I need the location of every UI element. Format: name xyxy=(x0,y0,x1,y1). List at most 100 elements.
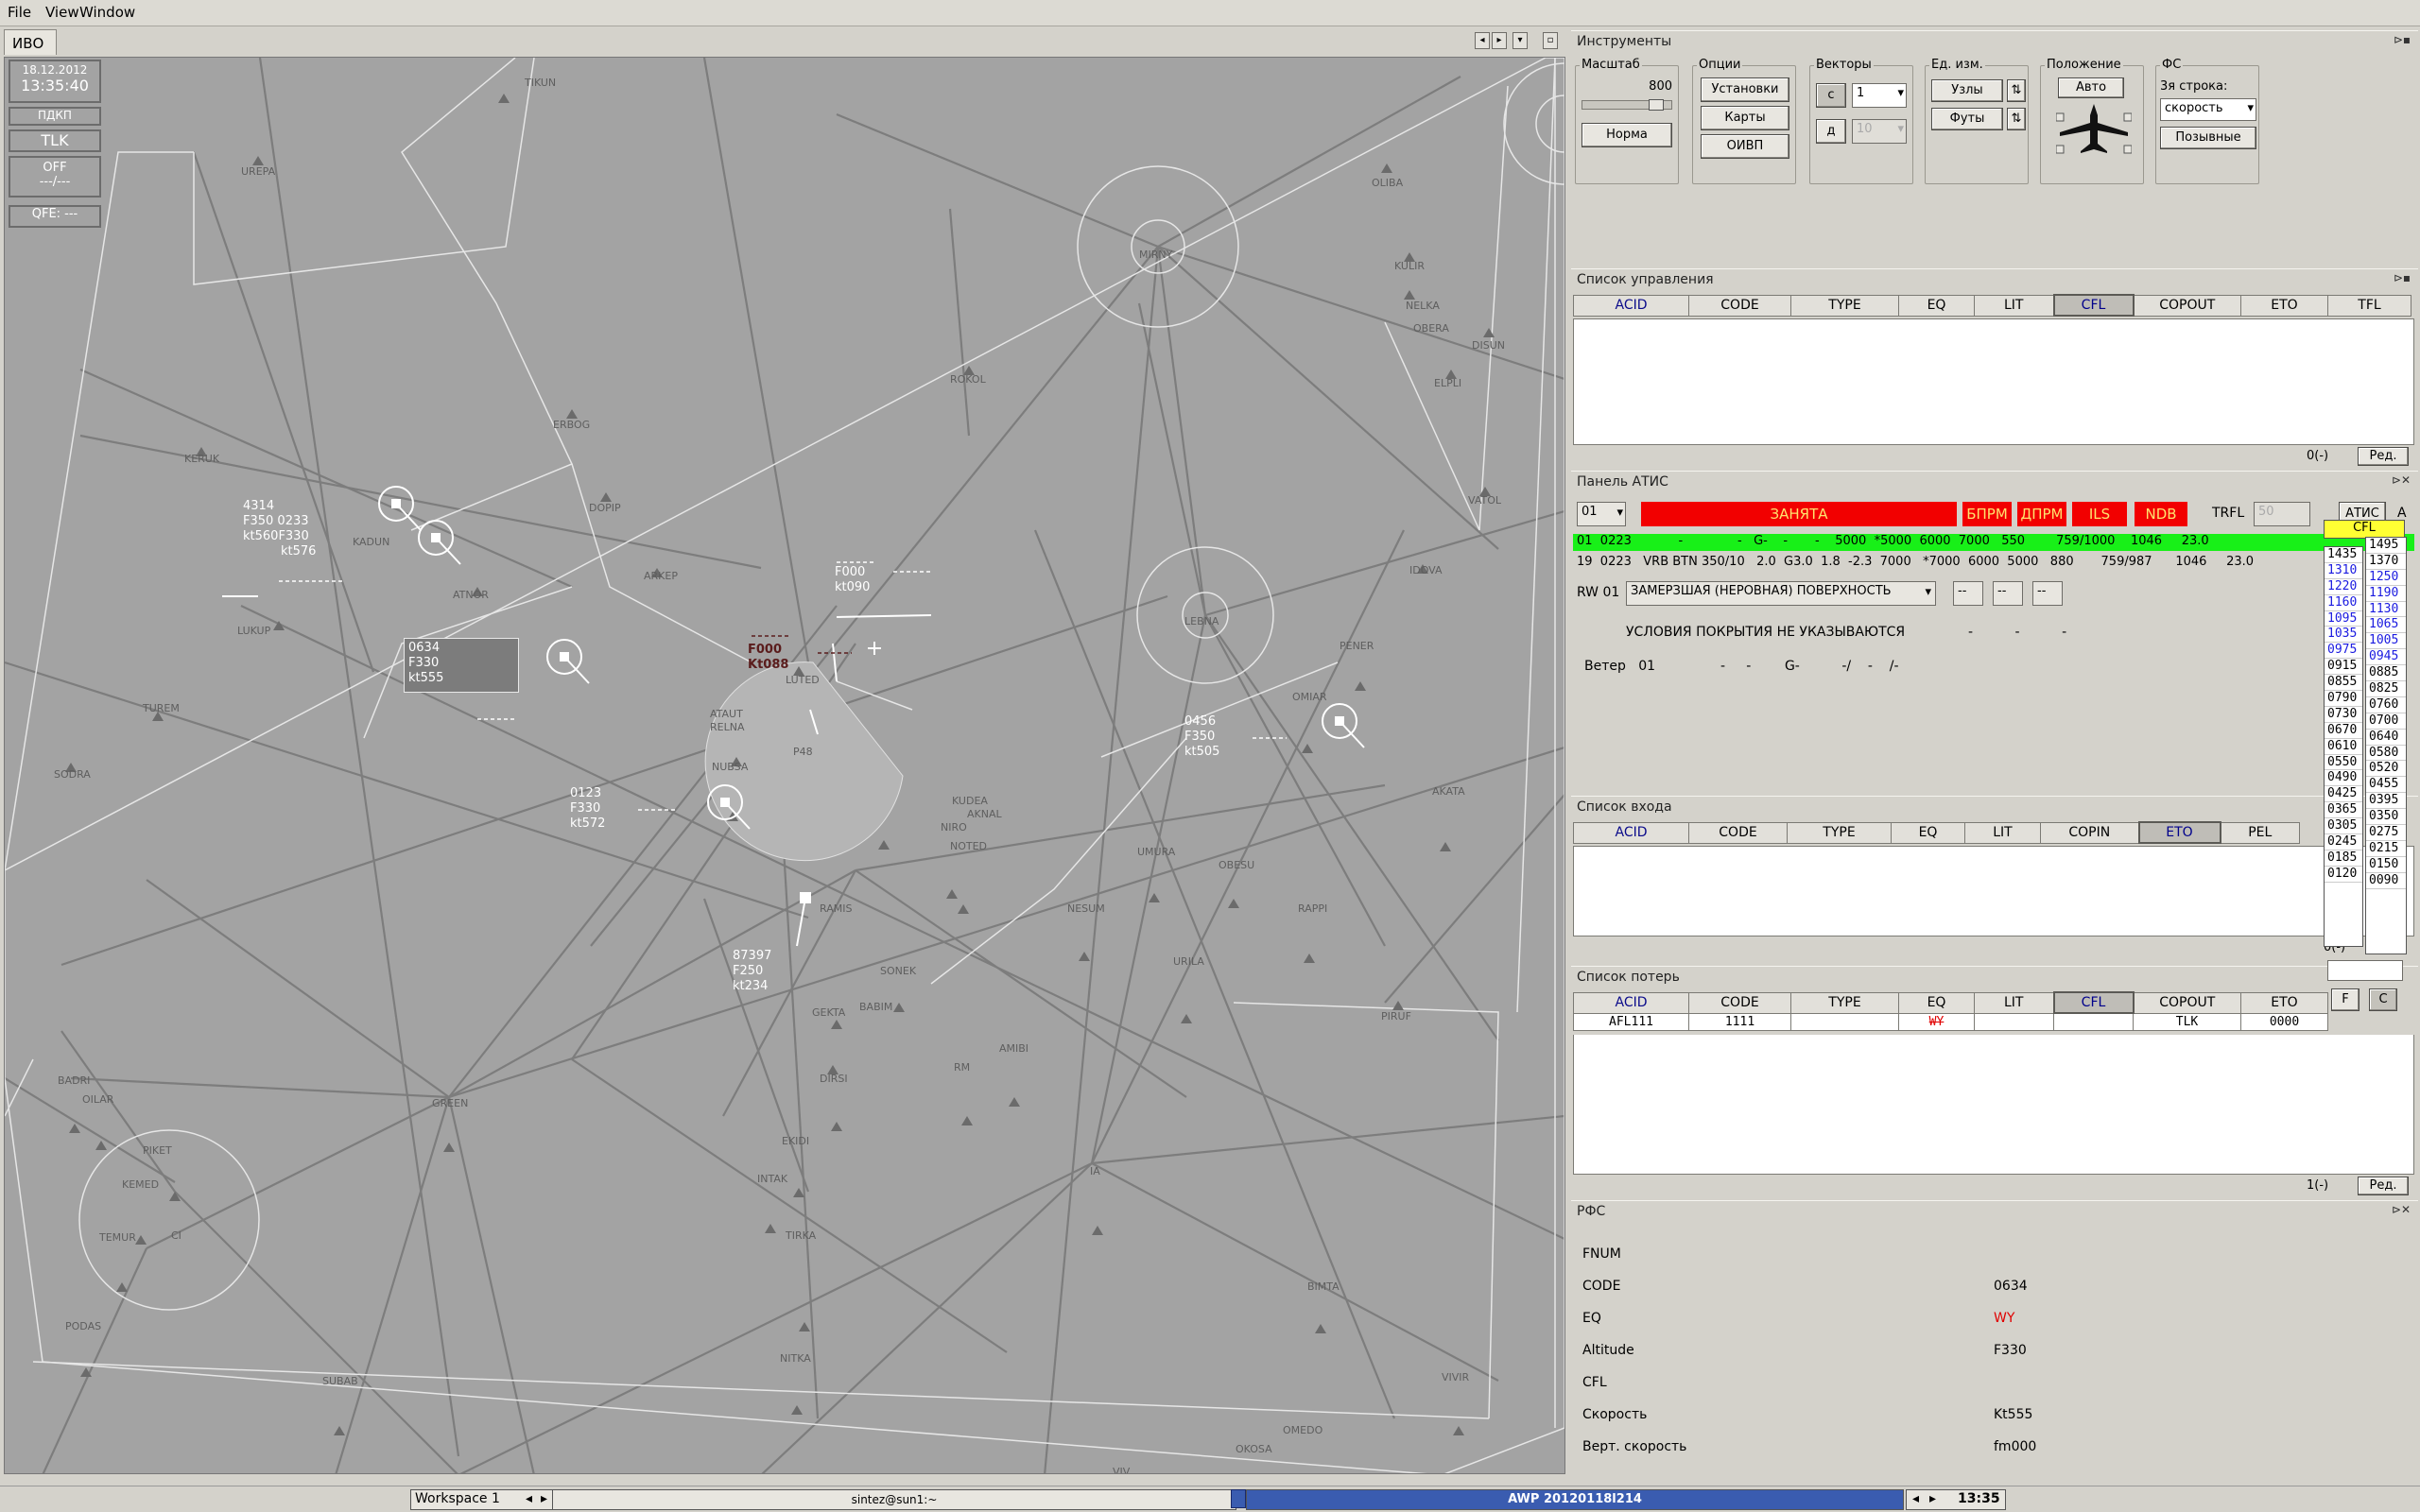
cfl-option[interactable]: 0550 xyxy=(2325,755,2362,771)
column-header[interactable]: ACID xyxy=(1573,991,1689,1014)
trfl-input[interactable]: 50 xyxy=(2254,502,2310,526)
atis-busy-indicator[interactable]: ЗАНЯТА xyxy=(1641,502,1957,526)
workspace-switcher[interactable]: Workspace 1 ◂ ▸ xyxy=(410,1489,554,1510)
column-header[interactable]: CFL xyxy=(2052,294,2135,317)
settings-button[interactable]: Установки xyxy=(1701,77,1789,102)
menu-window[interactable]: Window xyxy=(79,4,135,21)
feet-button[interactable]: Футы xyxy=(1931,108,2003,130)
column-header[interactable]: TYPE xyxy=(1790,991,1899,1014)
workspace-prev-icon[interactable]: ◂ xyxy=(526,1491,532,1506)
app-icon[interactable] xyxy=(1231,1489,1246,1508)
scroll-left-icon[interactable]: ◂ xyxy=(1475,32,1490,49)
third-row-select[interactable]: скорость ▾ xyxy=(2160,98,2256,121)
table-row[interactable]: AFL111 1111 WY TLK 0000 xyxy=(1573,1012,2328,1031)
pin-icon[interactable]: ⊳▪ xyxy=(2394,33,2411,46)
column-header[interactable]: EQ xyxy=(1898,991,1975,1014)
column-header[interactable]: EQ xyxy=(1898,294,1975,317)
swap-arrows-icon[interactable]: ⇅ xyxy=(2007,108,2026,130)
column-header[interactable]: TYPE xyxy=(1787,821,1892,844)
pin-icon[interactable]: ⊳✕ xyxy=(2392,1203,2411,1216)
column-header[interactable]: ACID xyxy=(1573,821,1689,844)
cfl-list-left[interactable]: 1435 1310 1220 1160 1095 1035 0975 0915 0855 0790… xyxy=(2324,546,2363,947)
vector-c-button[interactable]: с xyxy=(1816,83,1846,108)
tab-ivo[interactable]: ИВО xyxy=(4,29,57,55)
cfl-option[interactable]: 0395 xyxy=(2366,793,2406,810)
pin-icon[interactable]: ⊳✕ xyxy=(2392,473,2411,487)
vector-d-button[interactable]: д xyxy=(1816,119,1846,144)
cfl-option[interactable]: 0730 xyxy=(2325,707,2362,723)
menu-file[interactable]: File xyxy=(8,4,31,21)
entry-list-body[interactable] xyxy=(1573,846,2414,936)
column-header[interactable]: TYPE xyxy=(1790,294,1899,317)
column-header[interactable]: PEL xyxy=(2220,821,2300,844)
cfl-option[interactable]: 0855 xyxy=(2325,675,2362,692)
cfl-option[interactable]: 1370 xyxy=(2366,554,2406,570)
cfl-option[interactable]: 0610 xyxy=(2325,739,2362,755)
radar-display[interactable]: UREPA TIKUN OLIBA KULIR NELKA OBERA DISU… xyxy=(4,57,1565,1474)
cfl-option[interactable]: 1005 xyxy=(2366,633,2406,650)
knots-button[interactable]: Узлы xyxy=(1931,79,2003,102)
cfl-option[interactable]: 1250 xyxy=(2366,570,2406,586)
callsigns-button[interactable]: Позывные xyxy=(2160,127,2256,149)
dropdown-icon[interactable]: ▾ xyxy=(1512,32,1528,49)
column-header[interactable]: ETO xyxy=(2240,294,2328,317)
column-header[interactable]: COPIN xyxy=(2040,821,2139,844)
column-header[interactable]: LIT xyxy=(1974,991,2054,1014)
cfl-option[interactable]: 1065 xyxy=(2366,617,2406,634)
rw-field-3[interactable]: -- xyxy=(2032,581,2063,606)
vector-c-select[interactable]: 1 ▾ xyxy=(1852,83,1907,108)
cfl-option[interactable]: 0520 xyxy=(2366,761,2406,778)
column-header[interactable]: ACID xyxy=(1573,294,1689,317)
cfl-option[interactable]: 0305 xyxy=(2325,818,2362,835)
atis-row[interactable]: 19 0223 VRB BTN 350/10 2.0 G3.0 1.8 -2.3… xyxy=(1573,555,2414,572)
cfl-option[interactable]: 1435 xyxy=(2325,547,2362,563)
cfl-input[interactable] xyxy=(2327,960,2403,981)
column-header[interactable]: CODE xyxy=(1688,821,1788,844)
cfl-option[interactable]: 1035 xyxy=(2325,627,2362,644)
cfl-option[interactable]: 0425 xyxy=(2325,786,2362,803)
maps-button[interactable]: Карты xyxy=(1701,106,1789,130)
cfl-option[interactable]: 1160 xyxy=(2325,595,2362,611)
cfl-option[interactable]: 0350 xyxy=(2366,809,2406,826)
rw-condition-select[interactable]: ЗАМЕРЗШАЯ (НЕРОВНАЯ) ПОВЕРХНОСТЬ ▾ xyxy=(1626,581,1936,606)
column-header[interactable]: CFL xyxy=(2052,991,2135,1014)
cfl-option[interactable]: 0945 xyxy=(2366,649,2406,666)
ils-indicator[interactable]: ILS xyxy=(2072,502,2127,526)
taskbar-terminal[interactable]: sintez@sun1:~ xyxy=(552,1489,1236,1510)
cfl-option[interactable]: 0490 xyxy=(2325,770,2362,787)
column-header[interactable]: CODE xyxy=(1688,294,1791,317)
cfl-option[interactable]: 0670 xyxy=(2325,723,2362,739)
loss-list-edit-button[interactable]: Ред. xyxy=(2358,1177,2409,1195)
selected-track-label[interactable]: 0634 F330 kt555 xyxy=(404,638,519,693)
cfl-option[interactable]: 0275 xyxy=(2366,825,2406,841)
cfl-list-right[interactable]: 1495 1370 1250 1190 1130 1065 1005 0945 0885 0825… xyxy=(2365,537,2407,954)
swap-arrows-icon[interactable]: ⇅ xyxy=(2007,79,2026,102)
column-header[interactable]: EQ xyxy=(1891,821,1965,844)
scroll-right-icon[interactable]: ▸ xyxy=(1492,32,1507,49)
cfl-option[interactable]: 1095 xyxy=(2325,611,2362,627)
bprm-indicator[interactable]: БПРМ xyxy=(1962,502,2012,526)
cfl-option[interactable]: 0185 xyxy=(2325,850,2362,867)
cfl-option[interactable]: 0975 xyxy=(2325,643,2362,660)
cfl-option[interactable]: 0915 xyxy=(2325,659,2362,676)
pin-icon[interactable]: ⊳▪ xyxy=(2394,271,2411,284)
cfl-option[interactable]: 0455 xyxy=(2366,777,2406,794)
qfe-button[interactable]: QFE: --- xyxy=(9,205,101,228)
menu-view[interactable]: View xyxy=(45,4,79,21)
cfl-f-button[interactable]: F xyxy=(2331,988,2360,1011)
cfl-option[interactable]: 1130 xyxy=(2366,602,2406,618)
cfl-option[interactable]: 0215 xyxy=(2366,841,2406,857)
cfl-option[interactable]: 0885 xyxy=(2366,665,2406,682)
cfl-option[interactable]: 1220 xyxy=(2325,579,2362,595)
cfl-option[interactable]: 0090 xyxy=(2366,873,2406,889)
column-header[interactable]: COPOUT xyxy=(2133,294,2241,317)
column-header[interactable]: ETO xyxy=(2240,991,2328,1014)
pdkp-button[interactable]: ПДКП xyxy=(9,107,101,126)
prev-icon[interactable]: ◂ xyxy=(1912,1491,1919,1506)
ndb-indicator[interactable]: NDB xyxy=(2135,502,2187,526)
dprm-indicator[interactable]: ДПРМ xyxy=(2017,502,2066,526)
control-list-body[interactable] xyxy=(1573,318,2414,445)
column-header[interactable]: CODE xyxy=(1688,991,1791,1014)
rw-field-2[interactable]: -- xyxy=(1993,581,2023,606)
oivp-button[interactable]: ОИВП xyxy=(1701,134,1789,159)
